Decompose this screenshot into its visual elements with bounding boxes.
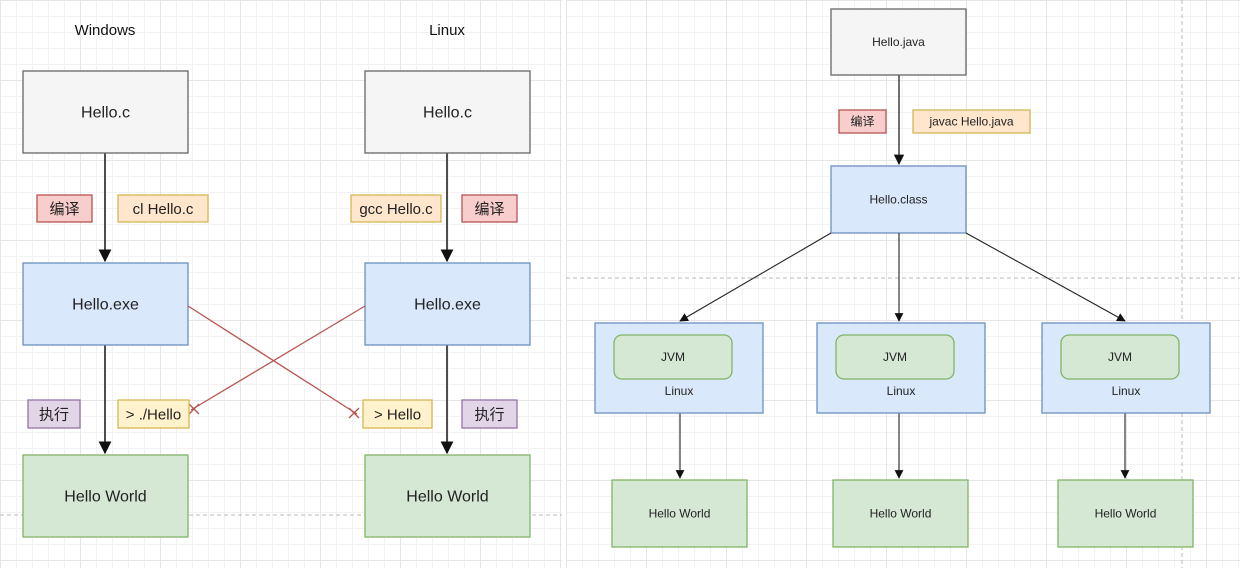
jvm-node: JVM <box>613 334 733 380</box>
jvm-node: JVM <box>1060 334 1180 380</box>
java-diagram: Hello.java 编译 javac Hello.java Hello.class L… <box>566 0 1240 568</box>
jvm-node-label: JVM <box>883 350 907 364</box>
platform-node-label: Linux <box>1112 384 1141 398</box>
linux-run-tag: 执行 <box>461 399 518 429</box>
windows-compile-command-label: cl Hello.c <box>133 201 194 218</box>
jvm-node-label: JVM <box>661 350 685 364</box>
native-compilation-panel: Windows Hello.c Hello.exe Hello World Linux H… <box>0 0 562 568</box>
windows-source-node: Hello.c <box>22 70 189 154</box>
linux-exe-to-windows-run-line <box>190 305 366 411</box>
platform-node-label: Linux <box>665 384 694 398</box>
linux-output-node: Hello World <box>364 454 531 538</box>
linux-source-node-label: Hello.c <box>423 105 472 122</box>
linux-output-node-label: Hello World <box>406 489 488 506</box>
output-node-label: Hello World <box>1095 507 1157 521</box>
platform-node-label: Linux <box>887 384 916 398</box>
java-source-node-label: Hello.java <box>872 35 925 49</box>
linux-compile-command-label: gcc Hello.c <box>359 201 433 218</box>
windows-binary-node: Hello.exe <box>22 262 189 346</box>
java-compile-command: javac Hello.java <box>912 109 1031 134</box>
linux-source-node: Hello.c <box>364 70 531 154</box>
bytecode-to-platform-arrow <box>965 232 1126 322</box>
windows-run-command-label: > ./Hello <box>126 406 181 423</box>
output-node: Hello World <box>832 479 969 548</box>
java-compile-command-label: javac Hello.java <box>928 115 1013 129</box>
cross-end-icon <box>348 407 360 419</box>
windows-exe-to-linux-run-line <box>187 305 358 415</box>
heading-windows: Windows <box>75 22 136 39</box>
windows-run-command: > ./Hello <box>117 399 190 429</box>
linux-run-command-label: > Hello <box>374 406 421 423</box>
cross-end-icon <box>188 403 200 415</box>
java-compilation-panel: Hello.java 编译 javac Hello.java Hello.class L… <box>566 0 1240 568</box>
windows-compile-command: cl Hello.c <box>117 194 209 223</box>
windows-source-node-label: Hello.c <box>81 105 130 122</box>
windows-output-node: Hello World <box>22 454 189 538</box>
heading-linux: Linux <box>429 22 465 39</box>
output-node: Hello World <box>611 479 748 548</box>
windows-output-node-label: Hello World <box>64 489 146 506</box>
linux-run-command: > Hello <box>362 399 433 429</box>
windows-run-tag-label: 执行 <box>39 406 69 423</box>
linux-compile-command: gcc Hello.c <box>350 194 442 223</box>
bytecode-to-platform-arrow <box>679 232 832 322</box>
linux-binary-node-label: Hello.exe <box>414 297 481 314</box>
windows-binary-node-label: Hello.exe <box>72 297 139 314</box>
diagram-root: Windows Hello.c Hello.exe Hello World Linux H… <box>0 0 1240 568</box>
output-node-label: Hello World <box>649 507 711 521</box>
linux-run-tag-label: 执行 <box>474 406 504 423</box>
output-node-label: Hello World <box>870 507 932 521</box>
windows-compile-tag-label: 编译 <box>49 201 79 218</box>
output-node: Hello World <box>1057 479 1194 548</box>
windows-compile-tag: 编译 <box>36 194 93 223</box>
jvm-node-label: JVM <box>1108 350 1132 364</box>
java-source-node: Hello.java <box>830 8 967 76</box>
bytecode-node-label: Hello.class <box>869 193 927 207</box>
linux-binary-node: Hello.exe <box>364 262 531 346</box>
java-compile-tag: 编译 <box>838 109 887 134</box>
bytecode-node: Hello.class <box>830 165 967 234</box>
linux-compile-tag: 编译 <box>461 194 518 223</box>
windows-run-tag: 执行 <box>27 399 81 429</box>
jvm-node: JVM <box>835 334 955 380</box>
java-compile-tag-label: 编译 <box>850 114 874 129</box>
native-diagram: Windows Hello.c Hello.exe Hello World Linux H… <box>0 22 562 538</box>
linux-compile-tag-label: 编译 <box>474 201 504 218</box>
